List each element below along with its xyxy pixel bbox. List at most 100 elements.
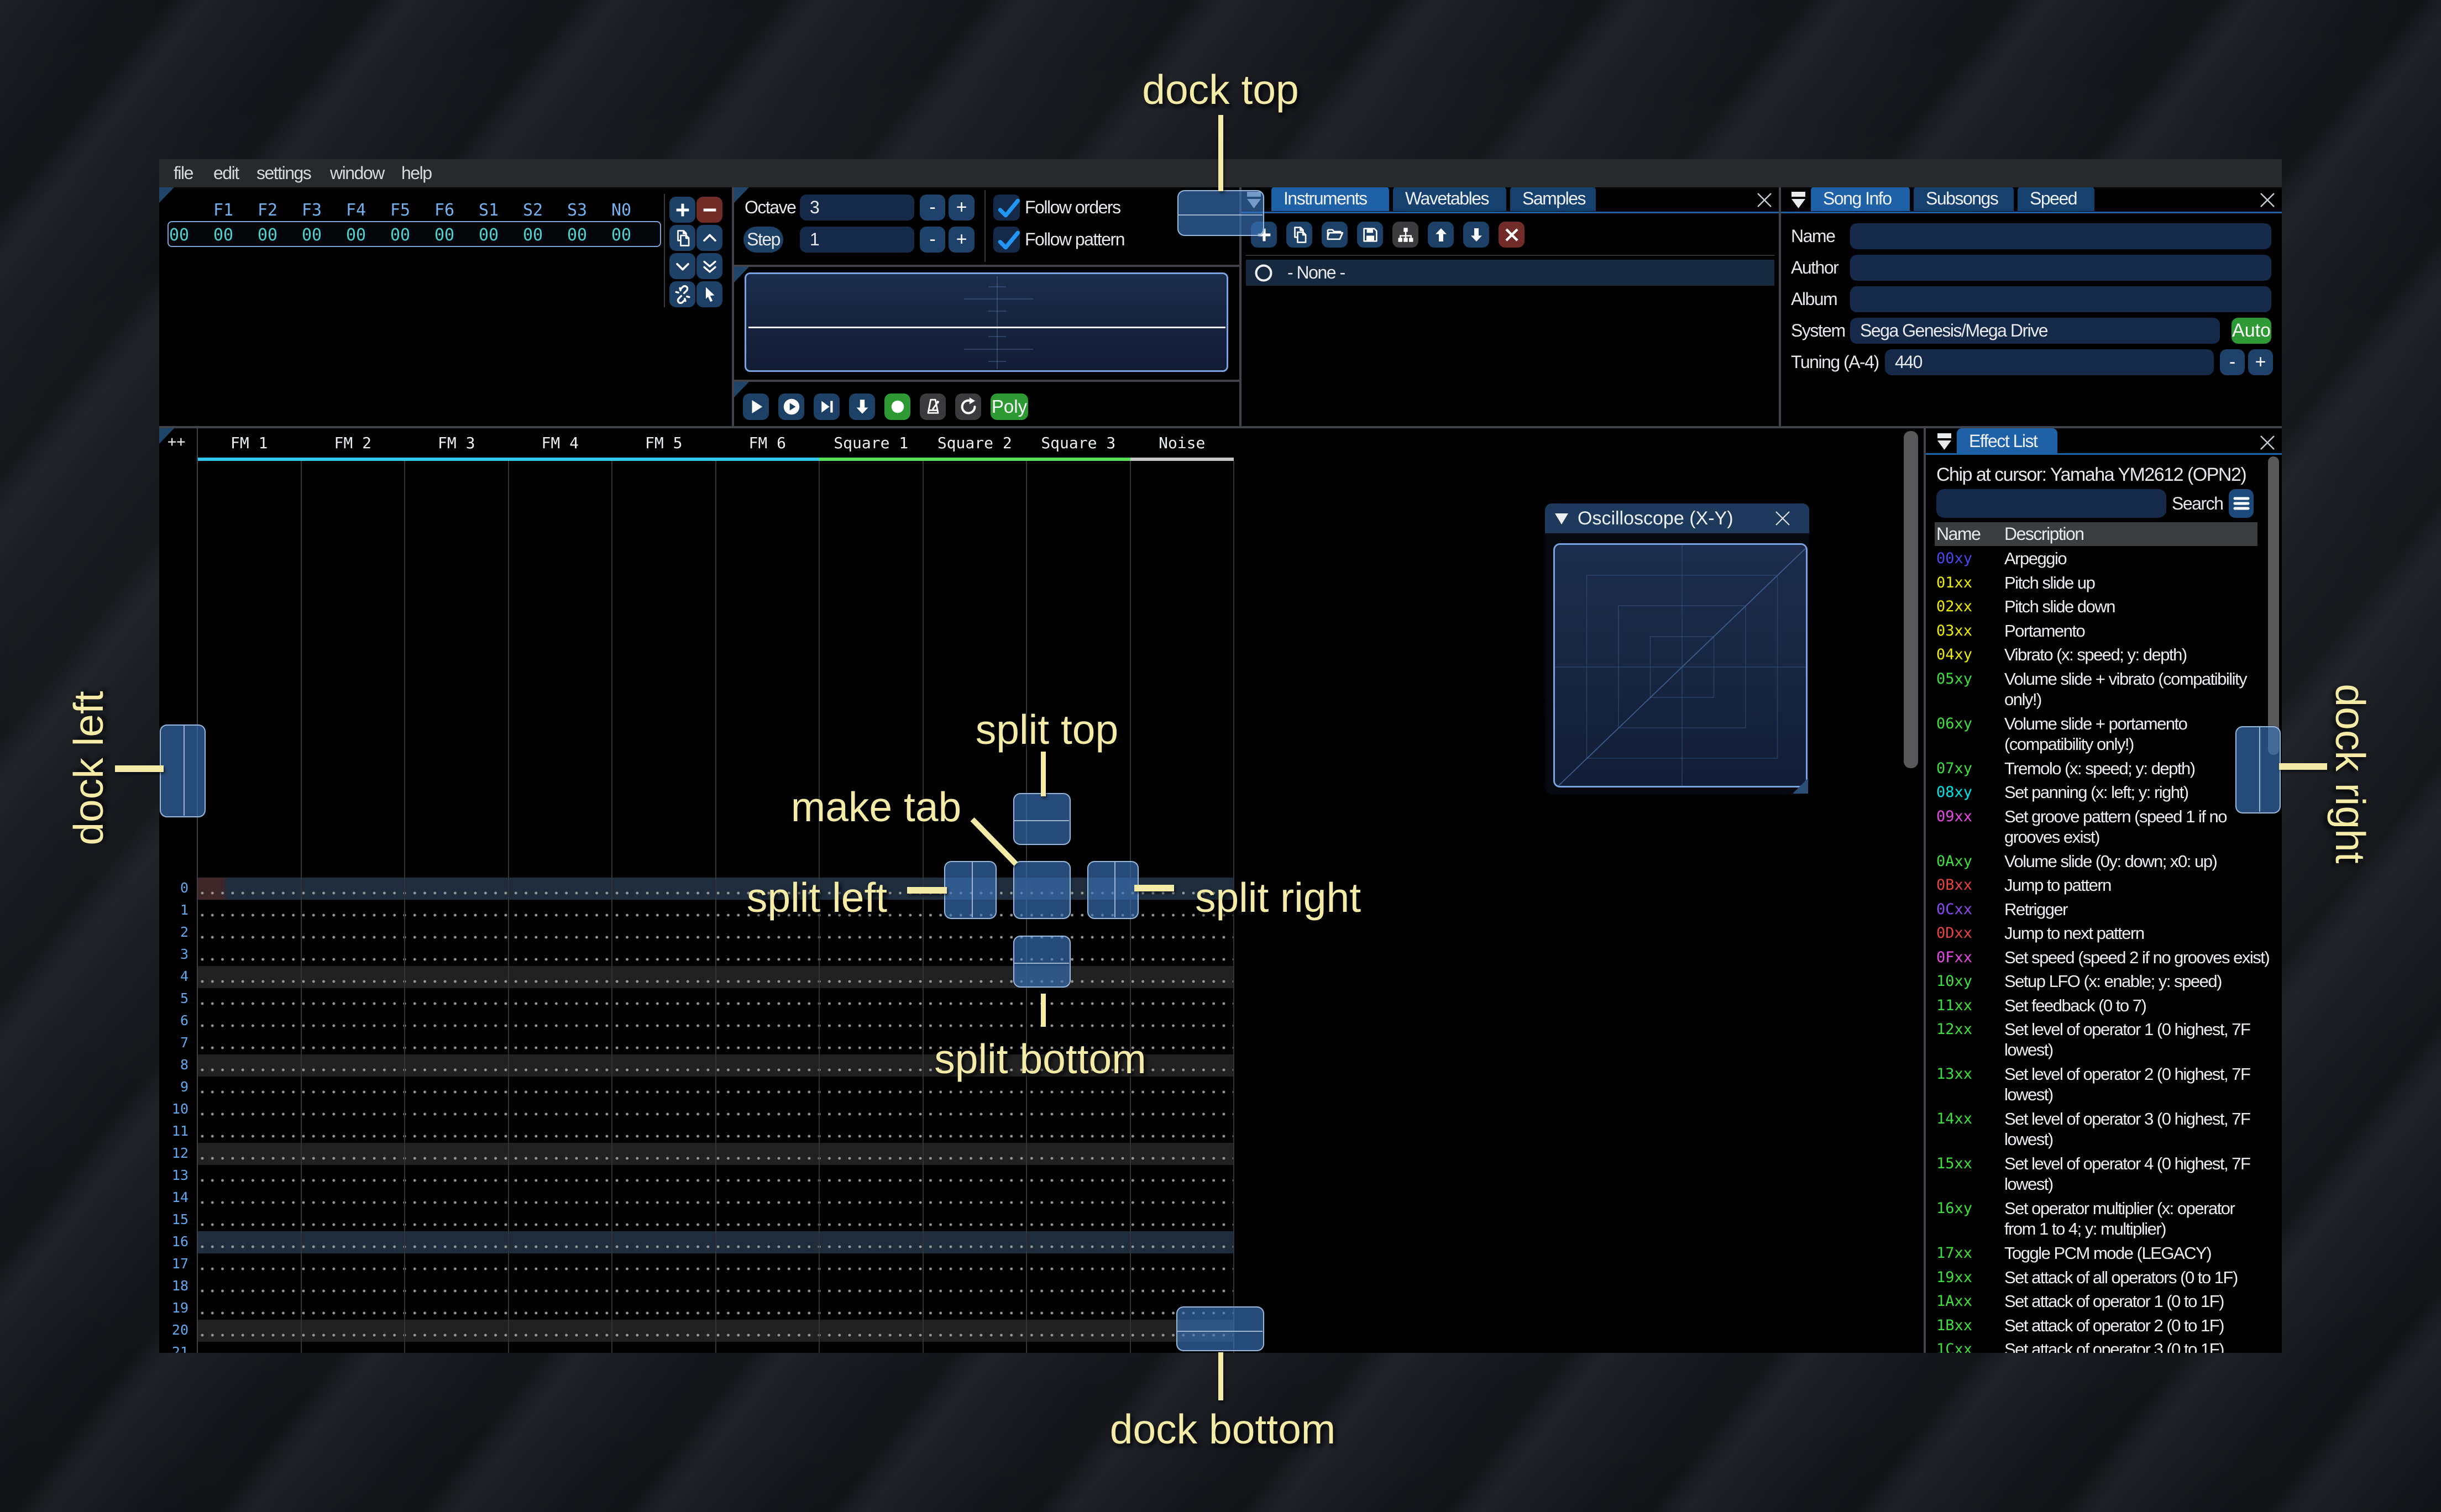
move-order-down-button[interactable] [669, 253, 695, 279]
effect-list-scrollbar[interactable] [2268, 456, 2279, 755]
effect-code[interactable]: 02xx [1936, 598, 1972, 615]
move-order-up-button[interactable] [696, 225, 722, 251]
play-pattern-button[interactable] [778, 393, 804, 420]
pattern-scrollbar[interactable] [1904, 431, 1918, 768]
menu-help[interactable]: help [401, 159, 432, 187]
move-instrument-down-button[interactable] [1463, 222, 1489, 248]
order-cell[interactable]: 00 [599, 225, 643, 245]
play-button[interactable] [743, 393, 769, 420]
author-input[interactable] [1850, 255, 2271, 281]
tuning-a-4--input[interactable]: 440 [1885, 349, 2214, 375]
panel-separator[interactable] [1924, 428, 1926, 1353]
octave-increase-button[interactable]: + [949, 195, 975, 221]
tab-wavetables[interactable]: Wavetables [1393, 187, 1506, 211]
dock-target-split-right[interactable] [1087, 861, 1139, 919]
menu-window[interactable]: window [330, 159, 385, 187]
order-cell[interactable]: 00 [422, 225, 467, 245]
effect-code[interactable]: 17xx [1936, 1245, 1972, 1262]
octave-input[interactable]: 3 [800, 195, 914, 221]
delete-instrument-button[interactable] [1499, 222, 1525, 248]
effect-code[interactable]: 16xy [1936, 1200, 1972, 1217]
collapse-window-button[interactable] [1935, 433, 1954, 451]
name-input[interactable] [1850, 223, 2271, 249]
duplicate-order-end-button[interactable] [696, 253, 722, 279]
duplicate-order-button[interactable] [669, 225, 695, 251]
menu-settings[interactable]: settings [256, 159, 312, 187]
order-cell[interactable]: 00 [245, 225, 290, 245]
effect-code[interactable]: 12xx [1936, 1021, 1972, 1038]
panel-separator[interactable] [1779, 187, 1781, 426]
effect-code[interactable]: 07xy [1936, 760, 1972, 777]
effect-code[interactable]: 08xy [1936, 784, 1972, 801]
step-increase-button[interactable]: + [949, 227, 975, 253]
oscilloscope-xy-titlebar[interactable]: Oscilloscope (X-Y) [1545, 503, 1809, 533]
auto-system-button[interactable]: Auto [2232, 318, 2271, 344]
dock-target-outer-top[interactable] [1177, 190, 1264, 236]
panel-separator[interactable] [732, 187, 734, 426]
album-input[interactable] [1850, 286, 2271, 312]
effect-code[interactable]: 0Axy [1936, 853, 1972, 870]
menu-edit[interactable]: edit [213, 159, 239, 187]
effect-list-menu-button[interactable] [2229, 489, 2254, 518]
effect-code[interactable]: 0Fxx [1936, 949, 1972, 966]
effect-code[interactable]: 0Dxx [1936, 925, 1972, 942]
dock-target-split-top[interactable] [1013, 793, 1071, 845]
tuning-increase-button[interactable]: + [2248, 349, 2273, 375]
oscilloscope-display[interactable] [745, 272, 1228, 372]
channel-header-square-1[interactable]: Square 1 [819, 434, 923, 452]
effect-code[interactable]: 11xx [1936, 997, 1972, 1014]
step-input[interactable]: 1 [800, 227, 914, 253]
effect-code[interactable]: 00xy [1936, 550, 1972, 567]
follow-pattern-checkbox[interactable] [993, 227, 1020, 253]
step-row-button[interactable] [849, 393, 875, 420]
tab-subsongs[interactable]: Subsongs [1914, 187, 2014, 211]
dock-target-split-left[interactable] [944, 861, 997, 919]
dock-target-make-tab[interactable] [1013, 861, 1071, 919]
tuning-decrease-button[interactable]: - [2220, 349, 2245, 375]
play-from-cursor-button[interactable] [814, 393, 840, 420]
tab-samples[interactable]: Samples [1510, 187, 1596, 211]
channel-header-noise[interactable]: Noise [1130, 434, 1234, 452]
save-instrument-button[interactable] [1357, 222, 1383, 248]
dock-target-outer-right[interactable] [2235, 726, 2281, 813]
effect-code[interactable]: 1Bxx [1936, 1317, 1972, 1334]
menu-file[interactable]: file [174, 159, 193, 187]
order-cell[interactable]: 00 [378, 225, 422, 245]
close-oscilloscope-xy-button[interactable] [1775, 511, 1790, 526]
close-instruments-button[interactable] [1757, 192, 1772, 208]
effect-code[interactable]: 05xy [1936, 670, 1972, 687]
follow-orders-checkbox[interactable] [993, 195, 1020, 221]
remove-order-button[interactable] [696, 197, 722, 223]
effect-code[interactable]: 14xx [1936, 1110, 1972, 1127]
order-cell[interactable]: 00 [555, 225, 599, 245]
system-input[interactable]: Sega Genesis/Mega Drive [1850, 318, 2220, 344]
collapse-window-button[interactable] [1789, 192, 1808, 209]
effect-code[interactable]: 10xy [1936, 973, 1972, 990]
tab-song-info[interactable]: Song Info [1811, 187, 1910, 211]
order-edit-mode-button[interactable] [696, 281, 722, 307]
panel-separator[interactable] [734, 380, 1239, 382]
dock-target-split-bottom[interactable] [1013, 936, 1071, 988]
effect-code[interactable]: 19xx [1936, 1269, 1972, 1286]
repeat-pattern-button[interactable] [955, 393, 981, 420]
panel-separator[interactable] [159, 426, 2282, 428]
duplicate-instrument-button[interactable] [1286, 222, 1312, 248]
close-song-info-button[interactable] [2260, 192, 2275, 208]
effect-code[interactable]: 1Axx [1936, 1293, 1972, 1310]
step-button[interactable]: Step [743, 227, 783, 253]
add-order-button[interactable] [669, 197, 695, 223]
effect-search-input[interactable] [1936, 489, 2166, 518]
dock-target-outer-bottom[interactable] [1176, 1306, 1264, 1351]
close-effect-list-button[interactable] [2260, 435, 2275, 450]
channel-header-fm-6[interactable]: FM 6 [716, 434, 820, 452]
tab-effect-list[interactable]: Effect List [1957, 428, 2057, 454]
effect-code[interactable]: 0Cxx [1936, 901, 1972, 918]
poly-mono-toggle-button[interactable]: Poly [991, 393, 1028, 420]
pattern-corner-label[interactable]: ++ [167, 433, 186, 450]
effect-code[interactable]: 0Bxx [1936, 876, 1972, 894]
move-instrument-up-button[interactable] [1428, 222, 1454, 248]
open-instrument-button[interactable] [1322, 222, 1348, 248]
channel-header-square-2[interactable]: Square 2 [923, 434, 1027, 452]
tab-instruments[interactable]: Instruments [1271, 187, 1389, 211]
panel-separator[interactable] [734, 265, 1239, 267]
